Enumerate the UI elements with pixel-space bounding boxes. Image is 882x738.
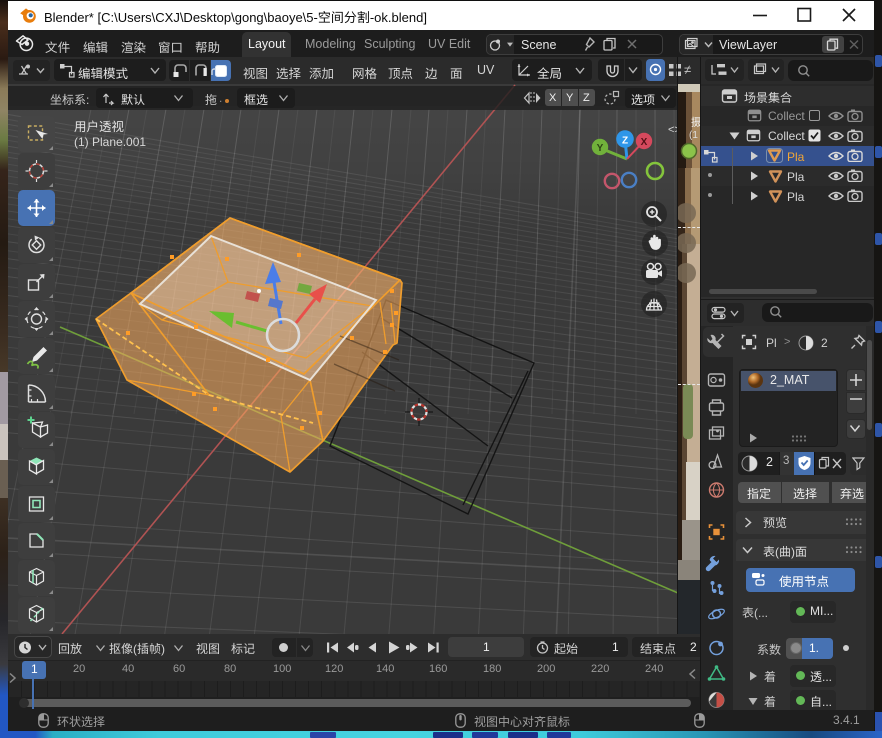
svg-text:Y: Y: [597, 143, 604, 154]
svg-text:Z: Z: [622, 136, 628, 147]
svg-text:X: X: [641, 137, 648, 148]
